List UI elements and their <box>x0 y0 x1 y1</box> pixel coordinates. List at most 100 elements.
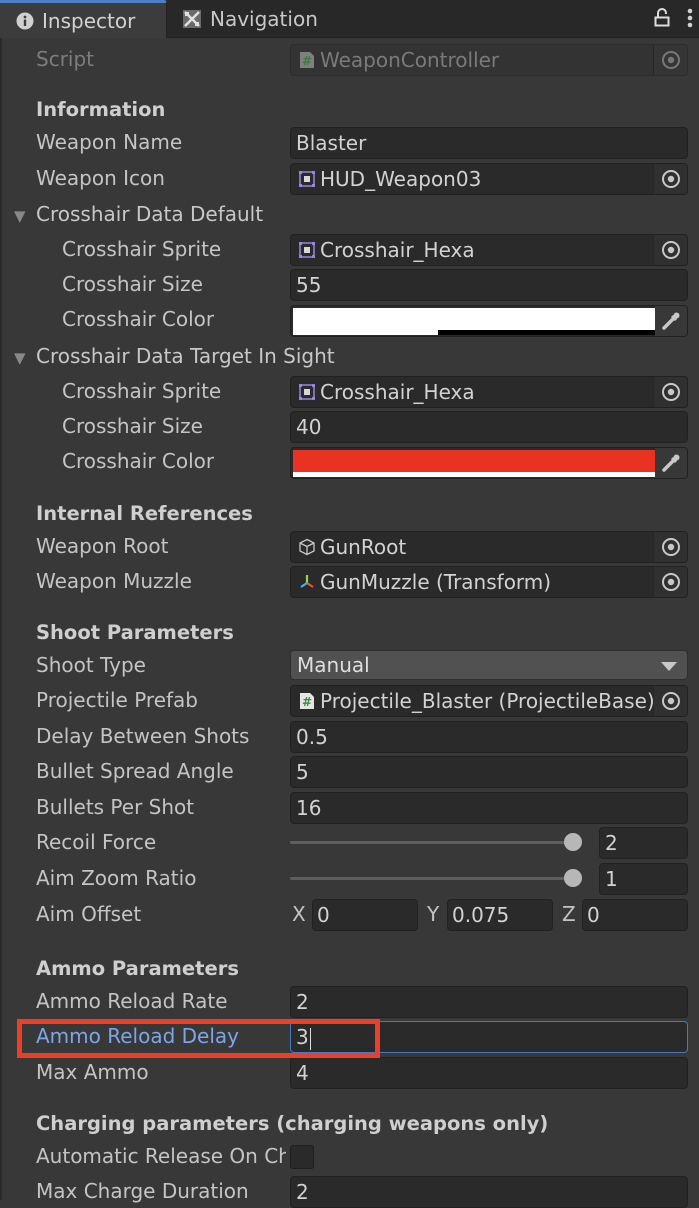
object-picker-icon[interactable] <box>653 686 687 716</box>
weapon-icon-value: HUD_Weapon03 <box>320 167 482 191</box>
crosshair-sprite-field[interactable]: Crosshair_Hexa <box>290 234 688 266</box>
aim-zoom-ratio-slider-track[interactable] <box>290 877 582 880</box>
crosshair-default-foldout[interactable]: ▼ Crosshair Data Default <box>14 197 263 231</box>
script-label: Script <box>36 47 95 71</box>
crosshair-size-label: Crosshair Size <box>62 414 203 438</box>
weapon-icon-label: Weapon Icon <box>36 166 165 190</box>
eyedropper-icon[interactable] <box>655 448 687 478</box>
bullets-per-shot-row: Bullets Per Shot 16 <box>0 790 699 824</box>
weapon-muzzle-label: Weapon Muzzle <box>36 569 192 593</box>
crosshair-default-sprite-row: Crosshair Sprite Crosshair_Hexa <box>0 232 699 266</box>
crosshair-size-input[interactable]: 40 <box>290 411 688 443</box>
recoil-force-row: Recoil Force 2 <box>0 825 699 859</box>
aim-offset-label: Aim Offset <box>36 902 142 926</box>
sprite-icon <box>297 169 317 189</box>
crosshair-sprite-value: Crosshair_Hexa <box>320 238 475 262</box>
ammo-reload-rate-row: Ammo Reload Rate 2 <box>0 984 699 1018</box>
crosshair-target-size-row: Crosshair Size 40 <box>0 409 699 443</box>
max-ammo-row: Max Ammo 4 <box>0 1055 699 1089</box>
weapon-root-label: Weapon Root <box>36 534 169 558</box>
shoot-type-row: Shoot Type Manual <box>0 648 699 682</box>
tab-navigation[interactable]: Navigation <box>180 0 318 38</box>
crosshair-target-foldout[interactable]: ▼ Crosshair Data Target In Sight <box>14 339 335 373</box>
weapon-muzzle-row: Weapon Muzzle GunMuzzle (Transform) <box>0 564 699 598</box>
unlock-icon[interactable] <box>654 8 670 33</box>
automatic-release-checkbox[interactable] <box>290 1145 314 1169</box>
projectile-prefab-value: Projectile_Blaster (ProjectileBase) <box>320 689 655 713</box>
recoil-force-slider-track[interactable] <box>290 841 582 844</box>
weapon-name-label: Weapon Name <box>36 130 183 154</box>
crosshair-color-label: Crosshair Color <box>62 307 215 331</box>
crosshair-target-color-row: Crosshair Color <box>0 444 699 479</box>
ammo-reload-delay-input[interactable]: 3 <box>290 1021 688 1053</box>
aim-offset-x-label[interactable]: X <box>292 897 306 931</box>
script-field[interactable]: # WeaponController <box>290 44 688 76</box>
foldout-expanded-icon: ▼ <box>14 207 26 225</box>
object-picker-icon[interactable] <box>653 377 687 407</box>
bullet-spread-angle-input[interactable]: 5 <box>290 756 688 788</box>
bullets-per-shot-input[interactable]: 16 <box>290 792 688 824</box>
object-picker-icon[interactable] <box>653 45 687 75</box>
kebab-menu-icon[interactable] <box>686 8 694 35</box>
script-row: Script # WeaponController <box>0 42 699 76</box>
dropdown-arrow-icon <box>661 662 677 671</box>
bullet-spread-angle-label: Bullet Spread Angle <box>36 759 234 783</box>
csharp-script-icon: # <box>297 50 317 70</box>
aim-zoom-ratio-slider-thumb[interactable] <box>564 869 582 887</box>
sprite-icon <box>297 382 317 402</box>
weapon-name-input[interactable]: Blaster <box>290 127 688 159</box>
automatic-release-label: Automatic Release On Ch <box>36 1144 286 1168</box>
crosshair-size-input[interactable]: 55 <box>290 269 688 301</box>
delay-between-shots-label: Delay Between Shots <box>36 724 250 748</box>
max-charge-duration-row: Max Charge Duration 2 <box>0 1174 699 1208</box>
aim-offset-x-input[interactable]: 0 <box>312 899 418 931</box>
foldout-expanded-icon: ▼ <box>14 349 26 367</box>
aim-zoom-ratio-row: Aim Zoom Ratio 1 <box>0 861 699 895</box>
shoot-type-value: Manual <box>297 653 370 677</box>
csharp-script-icon: # <box>297 691 317 711</box>
crosshair-default-size-row: Crosshair Size 55 <box>0 267 699 301</box>
shoot-parameters-header: Shoot Parameters <box>36 621 234 644</box>
crosshair-target-sprite-row: Crosshair Sprite Crosshair_Hexa <box>0 374 699 408</box>
ammo-reload-rate-input[interactable]: 2 <box>290 986 688 1018</box>
crosshair-sprite-field[interactable]: Crosshair_Hexa <box>290 376 688 408</box>
weapon-icon-row: Weapon Icon HUD_Weapon03 <box>0 161 699 195</box>
delay-between-shots-input[interactable]: 0.5 <box>290 721 688 753</box>
object-picker-icon[interactable] <box>653 235 687 265</box>
crosshair-color-label: Crosshair Color <box>62 449 215 473</box>
weapon-name-row: Weapon Name Blaster <box>0 125 699 159</box>
crosshair-color-field[interactable] <box>290 447 688 479</box>
navigation-icon <box>182 9 202 29</box>
max-ammo-input[interactable]: 4 <box>290 1057 688 1089</box>
automatic-release-row: Automatic Release On Ch <box>0 1139 699 1173</box>
aim-zoom-ratio-input[interactable]: 1 <box>599 863 688 895</box>
weapon-root-field[interactable]: GunRoot <box>290 531 688 563</box>
eyedropper-icon[interactable] <box>655 306 687 336</box>
crosshair-target-label: Crosshair Data Target In Sight <box>36 344 335 368</box>
aim-offset-z-label[interactable]: Z <box>562 897 576 931</box>
shoot-type-dropdown[interactable]: Manual <box>290 650 688 680</box>
object-picker-icon[interactable] <box>653 532 687 562</box>
aim-offset-y-input[interactable]: 0.075 <box>447 899 553 931</box>
tab-inspector-label: Inspector <box>42 8 136 33</box>
aim-offset-y-label[interactable]: Y <box>427 897 439 931</box>
crosshair-sprite-label: Crosshair Sprite <box>62 379 222 403</box>
projectile-prefab-field[interactable]: # Projectile_Blaster (ProjectileBase) <box>290 685 688 717</box>
ammo-reload-rate-label: Ammo Reload Rate <box>36 989 228 1013</box>
recoil-force-label: Recoil Force <box>36 830 157 854</box>
weapon-icon-field[interactable]: HUD_Weapon03 <box>290 163 688 195</box>
recoil-force-slider-thumb[interactable] <box>564 833 582 851</box>
tab-inspector[interactable]: Inspector <box>0 0 167 38</box>
weapon-muzzle-value: GunMuzzle (Transform) <box>320 570 552 594</box>
object-picker-icon[interactable] <box>653 164 687 194</box>
gameobject-cube-icon <box>297 537 317 557</box>
aim-offset-z-input[interactable]: 0 <box>582 899 688 931</box>
internal-references-header: Internal References <box>36 502 253 525</box>
bullet-spread-angle-row: Bullet Spread Angle 5 <box>0 754 699 788</box>
object-picker-icon[interactable] <box>653 567 687 597</box>
recoil-force-input[interactable]: 2 <box>599 827 688 859</box>
weapon-muzzle-field[interactable]: GunMuzzle (Transform) <box>290 566 688 598</box>
delay-between-shots-row: Delay Between Shots 0.5 <box>0 719 699 753</box>
crosshair-color-field[interactable] <box>290 305 688 337</box>
max-charge-duration-input[interactable]: 2 <box>290 1176 688 1208</box>
